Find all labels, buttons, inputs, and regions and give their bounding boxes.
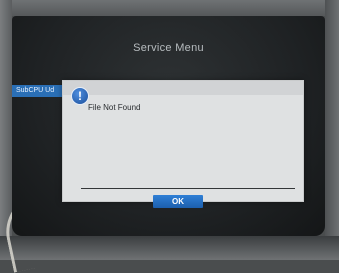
menu-item-subcpu[interactable]: SubCPU Ud: [12, 85, 68, 97]
info-icon: !: [71, 87, 89, 105]
service-menu-title: Service Menu: [133, 42, 204, 54]
error-dialog: ! File Not Found OK: [62, 80, 304, 208]
ok-button[interactable]: OK: [153, 195, 203, 208]
dialog-header: [63, 81, 303, 95]
dialog-message: File Not Found: [88, 103, 141, 112]
dialog-divider: [81, 188, 295, 189]
monitor-bezel-top: [0, 0, 339, 16]
monitor-bezel-right: [325, 0, 339, 260]
display-screen: Service Menu SubCPU Ud ! File Not Found …: [12, 16, 325, 236]
